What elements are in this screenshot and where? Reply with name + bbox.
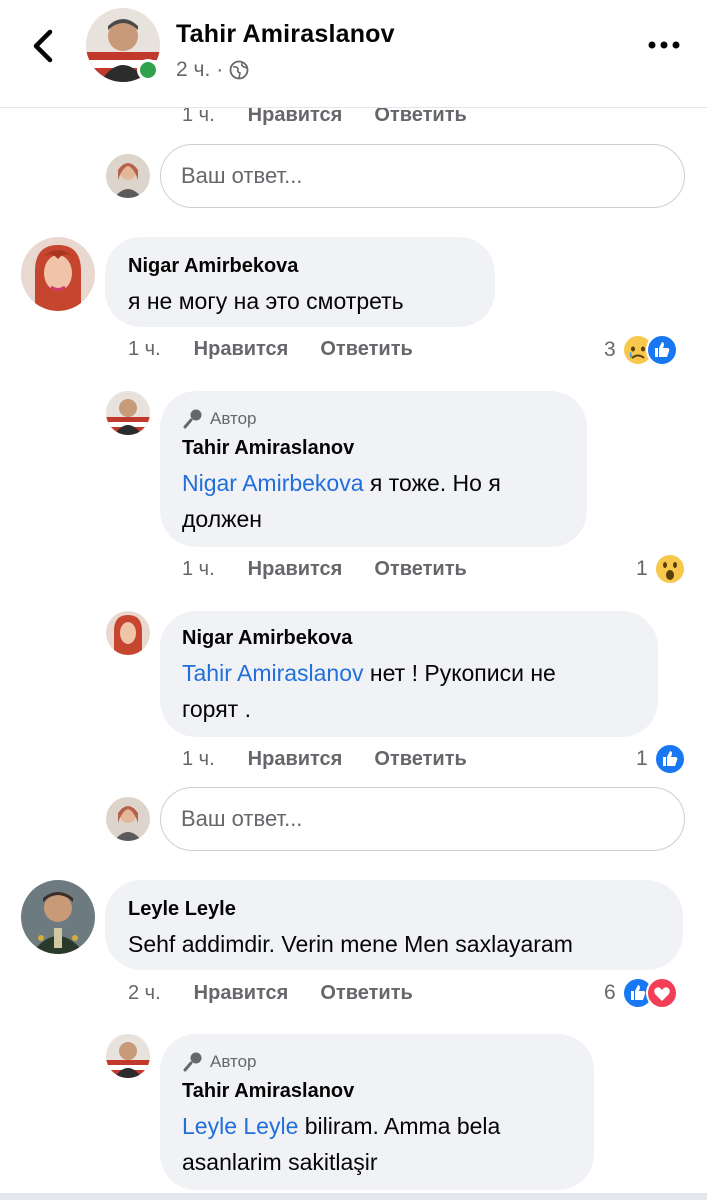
reaction-summary[interactable]: 6 bbox=[604, 977, 678, 1009]
reply-button[interactable]: Ответить bbox=[320, 982, 412, 1005]
comment-bubble: Leyle Leyle Sehf addimdir. Verin mene Me… bbox=[105, 880, 683, 970]
reply-author-name[interactable]: Tahir Amiraslanov bbox=[182, 1080, 354, 1103]
comment-text: Sehf addimdir. Verin mene Men saxlayaram bbox=[128, 931, 573, 957]
microphone-icon bbox=[183, 409, 202, 429]
post-header: Tahir Amiraslanov 2 ч. · bbox=[0, 0, 707, 108]
reply-actions: 1 ч. Нравится Ответить bbox=[182, 558, 467, 581]
more-options-icon[interactable] bbox=[646, 34, 682, 56]
reply-button[interactable]: Ответить bbox=[374, 748, 466, 771]
reply-author-avatar[interactable] bbox=[106, 611, 150, 655]
current-user-avatar bbox=[106, 797, 150, 841]
back-icon[interactable] bbox=[28, 26, 58, 66]
author-badge: Автор bbox=[182, 1051, 257, 1073]
reply-text: Leyle Leyle biliram. Amma bela asanlarim … bbox=[182, 1113, 501, 1175]
reply-author-avatar[interactable] bbox=[106, 1034, 150, 1078]
mention-link[interactable]: Leyle Leyle bbox=[182, 1113, 298, 1139]
author-badge-label: Автор bbox=[210, 1052, 257, 1071]
reply-author-name[interactable]: Nigar Amirbekova bbox=[182, 627, 352, 650]
reply-author-name[interactable]: Tahir Amiraslanov bbox=[182, 437, 354, 460]
reply-text: Tahir Amiraslanov нет ! Рукописи не горят… bbox=[182, 660, 556, 722]
reply-time[interactable]: 1 ч. bbox=[182, 558, 215, 581]
reply-bubble: Автор Tahir Amiraslanov Leyle Leyle bili… bbox=[160, 1034, 594, 1190]
reaction-count: 1 bbox=[636, 557, 648, 580]
wow-reaction-icon bbox=[653, 553, 686, 585]
meta-separator: · bbox=[216, 58, 224, 81]
comment-bubble: Nigar Amirbekova я не могу на это смотре… bbox=[105, 237, 495, 327]
reply-placeholder: Ваш ответ... bbox=[181, 806, 303, 831]
reply-button[interactable]: Ответить bbox=[374, 558, 466, 581]
author-badge-label: Автор bbox=[210, 409, 257, 428]
reaction-summary[interactable]: 1 bbox=[636, 743, 686, 775]
reply-author-avatar[interactable] bbox=[106, 391, 150, 435]
mention-link[interactable]: Tahir Amiraslanov bbox=[182, 660, 364, 686]
like-button[interactable]: Нравится bbox=[248, 748, 343, 771]
microphone-icon bbox=[183, 1052, 202, 1072]
post-author-name[interactable]: Tahir Amiraslanov bbox=[176, 20, 395, 49]
comment-actions: 2 ч. Нравится Ответить bbox=[128, 982, 413, 1005]
like-button[interactable]: Нравится bbox=[248, 558, 343, 581]
current-user-avatar bbox=[106, 154, 150, 198]
like-button[interactable]: Нравится bbox=[194, 338, 289, 361]
comment-author-name[interactable]: Nigar Amirbekova bbox=[128, 255, 298, 278]
reply-time[interactable]: 1 ч. bbox=[182, 748, 215, 771]
reply-input[interactable]: Ваш ответ... bbox=[160, 787, 685, 851]
comment-time[interactable]: 1 ч. bbox=[128, 338, 161, 361]
author-badge: Автор bbox=[182, 408, 257, 430]
post-time[interactable]: 2 ч. bbox=[176, 58, 210, 82]
reaction-count: 6 bbox=[604, 981, 616, 1004]
commenter-avatar[interactable] bbox=[21, 237, 95, 311]
reaction-summary[interactable]: 3 bbox=[604, 334, 678, 366]
post-meta: 2 ч. · bbox=[176, 58, 249, 82]
love-reaction-icon bbox=[645, 977, 678, 1009]
like-button[interactable]: Нравится bbox=[194, 982, 289, 1005]
reply-input[interactable]: Ваш ответ... bbox=[160, 144, 685, 208]
comment-actions: 1 ч. Нравится Ответить bbox=[128, 338, 413, 361]
reply-bubble: Автор Tahir Amiraslanov Nigar Amirbekova… bbox=[160, 391, 587, 547]
online-status-dot bbox=[137, 59, 159, 81]
comment-time[interactable]: 2 ч. bbox=[128, 982, 161, 1005]
reply-button[interactable]: Ответить bbox=[320, 338, 412, 361]
reply-actions: 1 ч. Нравится Ответить bbox=[182, 748, 467, 771]
mention-link[interactable]: Nigar Amirbekova bbox=[182, 470, 364, 496]
reaction-summary[interactable]: 1 bbox=[636, 553, 686, 585]
like-reaction-icon bbox=[653, 743, 686, 775]
reply-bubble: Nigar Amirbekova Tahir Amiraslanov нет !… bbox=[160, 611, 658, 737]
globe-icon bbox=[229, 60, 249, 80]
reply-text: Nigar Amirbekova я тоже. Но я должен bbox=[182, 470, 501, 532]
reaction-count: 1 bbox=[636, 747, 648, 770]
like-reaction-icon bbox=[645, 334, 678, 366]
bottom-divider bbox=[0, 1193, 707, 1200]
reaction-count: 3 bbox=[604, 338, 616, 361]
comment-author-name[interactable]: Leyle Leyle bbox=[128, 898, 236, 921]
comment-text: я не могу на это смотреть bbox=[128, 288, 404, 314]
commenter-avatar[interactable] bbox=[21, 880, 95, 954]
reply-placeholder: Ваш ответ... bbox=[181, 163, 303, 188]
